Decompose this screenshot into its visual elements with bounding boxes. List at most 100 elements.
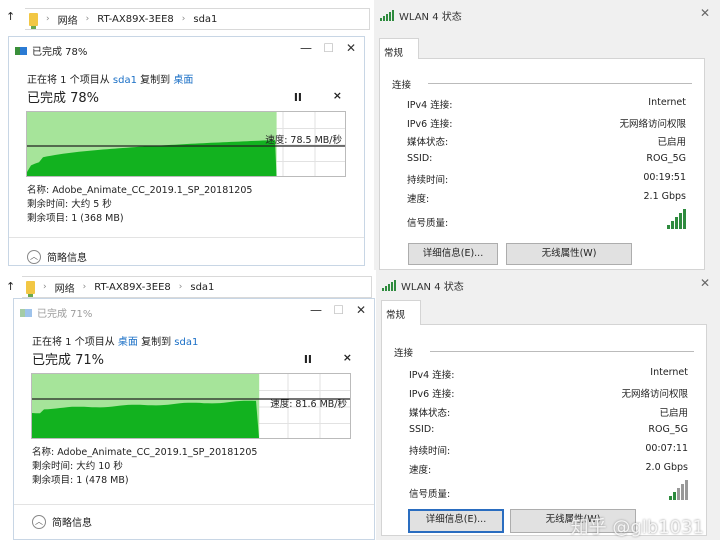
breadcrumb-router[interactable]: RT-AX89X-3EE8 [94, 282, 171, 293]
copy-description: 正在将 1 个项目从 sda1 复制到 桌面 [27, 71, 193, 86]
copy-progress-dialog: 已完成 71% — ☐ ✕ 正在将 1 个项目从 桌面 复制到 sda1 已完成… [13, 298, 375, 540]
tab-general[interactable]: 常规 [381, 300, 421, 325]
status-value: ROG_5G [646, 153, 686, 165]
items-remaining: 剩余项目: 1 (478 MB) [32, 475, 129, 486]
status-value: 已启用 [657, 137, 686, 149]
tab-general[interactable]: 常规 [379, 38, 419, 59]
status-row: 持续时间: 00:07:11 [409, 443, 688, 457]
signal-bar [677, 488, 680, 500]
status-row: IPv4 连接: Internet [407, 97, 686, 111]
connection-group-label: 连接 [394, 348, 414, 359]
copy-details: 名称: Adobe_Animate_CC_2019.1_SP_20181205 … [27, 184, 252, 226]
maximize-button[interactable]: ☐ [333, 303, 344, 317]
cancel-button[interactable]: × [333, 89, 342, 102]
signal-bar [675, 217, 678, 229]
status-label: 速度: [409, 465, 432, 476]
close-button[interactable]: ✕ [700, 6, 710, 20]
destination-link[interactable]: sda1 [174, 337, 198, 348]
dialog-title: 已完成 78% [15, 43, 87, 58]
close-button[interactable]: ✕ [346, 41, 356, 55]
connection-group-label: 连接 [392, 80, 412, 91]
items-remaining: 剩余项目: 1 (368 MB) [27, 213, 124, 224]
signal-row: 信号质量: [407, 215, 686, 229]
chevron-up-icon: ︿ [27, 249, 41, 264]
signal-bar [669, 496, 672, 500]
time-remaining: 剩余时间: 大约 5 秒 [27, 199, 112, 210]
details-button[interactable]: 详细信息(E)... [408, 243, 498, 265]
status-label: 持续时间: [409, 446, 451, 457]
desc-text: 正在将 1 个项目从 [27, 75, 113, 86]
status-row: SSID: ROG_5G [407, 153, 686, 164]
status-value: ROG_5G [648, 424, 688, 435]
pause-button[interactable]: II [294, 91, 302, 104]
time-remaining: 剩余时间: 大约 10 秒 [32, 461, 123, 472]
speed-graph: 速度: 81.6 MB/秒 [31, 373, 351, 439]
status-row: 速度: 2.1 Gbps [407, 191, 686, 205]
fewer-details-button[interactable]: ︿ 简略信息 [32, 514, 92, 529]
chevron-right-icon: › [85, 14, 90, 24]
breadcrumb-sda1[interactable]: sda1 [193, 14, 217, 25]
minimize-button[interactable]: — [300, 41, 312, 55]
wifi-icon [382, 280, 396, 291]
cancel-button[interactable]: × [343, 351, 352, 364]
status-value: Internet [650, 367, 688, 378]
signal-bar [673, 492, 676, 500]
wifi-icon [380, 10, 394, 21]
group-divider [428, 83, 692, 84]
chevron-up-icon: ︿ [32, 514, 46, 529]
address-bar[interactable]: › 网络 › RT-AX89X-3EE8 › sda1 [22, 276, 372, 298]
dialog-title-text: 已完成 71% [37, 309, 93, 320]
speed-graph: 速度: 78.5 MB/秒 [26, 111, 346, 177]
general-panel: 连接 IPv4 连接: Internet IPv6 连接: 无网络访问权限 媒体状态: 已… [379, 58, 705, 270]
fewer-details-label: 简略信息 [47, 253, 87, 264]
copy-icon [15, 46, 27, 55]
status-value: 00:07:11 [645, 443, 688, 454]
status-label: 持续时间: [407, 174, 449, 186]
status-row: IPv4 连接: Internet [409, 367, 688, 381]
breadcrumb-network[interactable]: 网络 [55, 280, 75, 295]
signal-bar [681, 484, 684, 500]
divider [14, 504, 374, 505]
minimize-button[interactable]: — [310, 303, 322, 317]
pause-button[interactable]: II [304, 353, 312, 366]
chevron-right-icon: › [46, 14, 50, 24]
details-button[interactable]: 详细信息(E)... [408, 509, 504, 533]
status-row: 媒体状态: 已启用 [407, 134, 686, 148]
chevron-right-icon: › [82, 282, 87, 292]
status-row: IPv6 连接: 无网络访问权限 [409, 386, 688, 400]
up-arrow-icon[interactable]: ↑ [6, 280, 15, 293]
wlan-status-dialog: WLAN 4 状态 ✕ 常规 连接 IPv4 连接: Internet IPv6 连… [374, 0, 720, 270]
breadcrumb-network[interactable]: 网络 [58, 12, 78, 27]
wireless-properties-button[interactable]: 无线属性(W) [506, 243, 632, 265]
status-value: 00:19:51 [643, 171, 686, 183]
wlan-title: WLAN 4 状态 [382, 278, 464, 293]
dialog-title: 已完成 71% [20, 305, 92, 320]
maximize-button[interactable]: ☐ [323, 41, 334, 55]
status-value: 2.0 Gbps [645, 462, 689, 473]
group-divider [430, 351, 694, 352]
dialog-title-text: 已完成 78% [32, 47, 88, 58]
file-name: 名称: Adobe_Animate_CC_2019.1_SP_20181205 [32, 447, 258, 458]
progress-heading: 已完成 71% [32, 353, 105, 368]
breadcrumb-sda1[interactable]: sda1 [190, 282, 214, 293]
close-button[interactable]: ✕ [700, 276, 710, 290]
status-row: 媒体状态: 已启用 [409, 405, 688, 419]
status-label: SSID: [407, 153, 433, 165]
source-link[interactable]: 桌面 [118, 337, 138, 348]
up-arrow-icon[interactable]: ↑ [6, 10, 15, 23]
status-label: IPv6 连接: [409, 389, 455, 400]
fewer-details-button[interactable]: ︿ 简略信息 [27, 249, 87, 264]
wlan-title-text: WLAN 4 状态 [399, 12, 462, 23]
destination-link[interactable]: 桌面 [173, 75, 193, 86]
status-label: 媒体状态: [407, 137, 449, 149]
close-button[interactable]: ✕ [356, 303, 366, 317]
source-link[interactable]: sda1 [113, 75, 137, 86]
general-panel: 连接 IPv4 连接: Internet IPv6 连接: 无网络访问权限媒体状态: 已… [381, 324, 707, 536]
status-value: Internet [648, 97, 686, 108]
wlan-title-text: WLAN 4 状态 [401, 282, 464, 293]
desc-text: 正在将 1 个项目从 [32, 337, 118, 348]
breadcrumb-router[interactable]: RT-AX89X-3EE8 [97, 14, 174, 25]
address-bar[interactable]: › 网络 › RT-AX89X-3EE8 › sda1 [25, 8, 370, 30]
status-value: 无网络访问权限 [621, 389, 688, 400]
speed-label: 速度: 78.5 MB/秒 [265, 135, 342, 146]
